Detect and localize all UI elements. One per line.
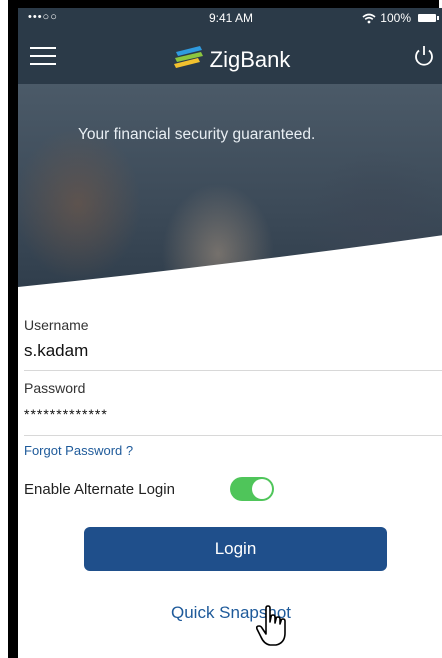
- brand-logo-icon: [172, 44, 206, 76]
- app-header: ZigBank: [18, 30, 442, 84]
- battery-icon: [418, 14, 439, 22]
- login-button-label: Login: [214, 539, 257, 558]
- brand-name: ZigBank: [209, 47, 291, 72]
- power-icon[interactable]: [412, 44, 436, 73]
- username-label: Username: [24, 317, 89, 333]
- forgot-password-link[interactable]: Forgot Password ?: [24, 443, 133, 458]
- password-label: Password: [24, 380, 86, 396]
- hero-curve: [18, 235, 442, 294]
- brand: ZigBank: [18, 44, 442, 76]
- app-screen: •••○○ 9:41 AM 100% ZigBank Your financia…: [18, 8, 442, 658]
- username-divider: [24, 370, 442, 371]
- toggle-knob: [252, 479, 272, 499]
- hero-banner: Your financial security guaranteed.: [18, 84, 442, 294]
- username-field[interactable]: s.kadam: [24, 341, 88, 361]
- device-frame: •••○○ 9:41 AM 100% ZigBank Your financia…: [8, 0, 442, 658]
- quick-snapshot-link[interactable]: Quick Snapshot: [18, 603, 442, 623]
- hand-cursor-icon: [254, 605, 288, 652]
- status-right: 100%: [362, 11, 439, 25]
- alternate-login-toggle[interactable]: [230, 477, 274, 501]
- password-divider: [24, 435, 442, 436]
- password-field[interactable]: *************: [24, 406, 108, 422]
- wifi-icon: [362, 13, 376, 24]
- alternate-login-label: Enable Alternate Login: [24, 481, 175, 498]
- login-button[interactable]: Login: [84, 527, 387, 571]
- hero-tagline: Your financial security guaranteed.: [78, 126, 316, 143]
- battery-percent: 100%: [380, 11, 411, 25]
- status-bar: •••○○ 9:41 AM 100%: [18, 8, 442, 30]
